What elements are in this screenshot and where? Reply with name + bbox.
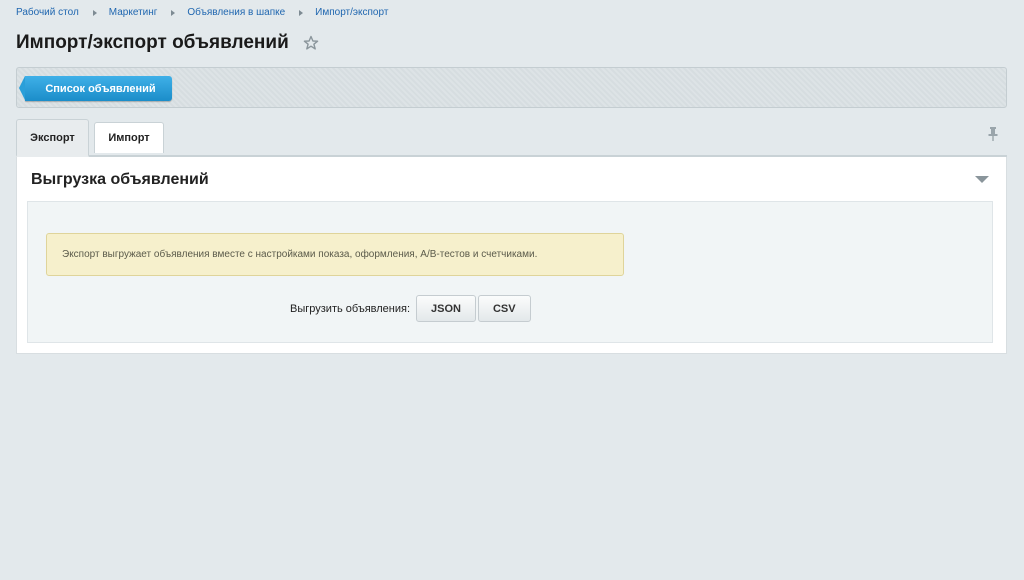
chevron-right-icon xyxy=(299,9,304,16)
ads-list-button[interactable]: Список объявлений xyxy=(19,76,172,101)
export-csv-button[interactable]: CSV xyxy=(477,295,531,322)
title-row: Импорт/экспорт объявлений xyxy=(16,32,319,54)
tab-export[interactable]: Экспорт xyxy=(16,119,89,157)
toolbar: Список объявлений xyxy=(16,67,1007,108)
info-notice: Экспорт выгружает объявления вместе с на… xyxy=(46,233,624,276)
export-json-button[interactable]: JSON xyxy=(416,295,476,322)
star-icon[interactable] xyxy=(303,35,319,51)
chevron-right-icon xyxy=(171,9,176,16)
export-label: Выгрузить объявления: xyxy=(290,302,411,315)
panel-content: Экспорт выгружает объявления вместе с на… xyxy=(27,201,993,343)
panel-heading: Выгрузка объявлений xyxy=(31,171,209,188)
chevron-down-icon[interactable] xyxy=(975,176,989,183)
pin-icon[interactable] xyxy=(987,126,999,142)
page-title: Импорт/экспорт объявлений xyxy=(16,32,289,53)
breadcrumb-item-header-ads[interactable]: Объявления в шапке xyxy=(187,7,285,18)
breadcrumb-item-marketing[interactable]: Маркетинг xyxy=(109,7,158,18)
breadcrumb-item-desktop[interactable]: Рабочий стол xyxy=(16,7,79,18)
breadcrumb: Рабочий стол Маркетинг Объявления в шапк… xyxy=(16,7,388,18)
export-panel: Выгрузка объявлений Экспорт выгружает об… xyxy=(16,157,1007,354)
tab-import[interactable]: Импорт xyxy=(94,122,164,153)
tabs-bar: Экспорт Импорт xyxy=(16,117,1007,157)
breadcrumb-item-import-export[interactable]: Импорт/экспорт xyxy=(315,7,388,18)
chevron-right-icon xyxy=(92,9,97,16)
export-row: Выгрузить объявления: JSON CSV xyxy=(290,295,533,322)
